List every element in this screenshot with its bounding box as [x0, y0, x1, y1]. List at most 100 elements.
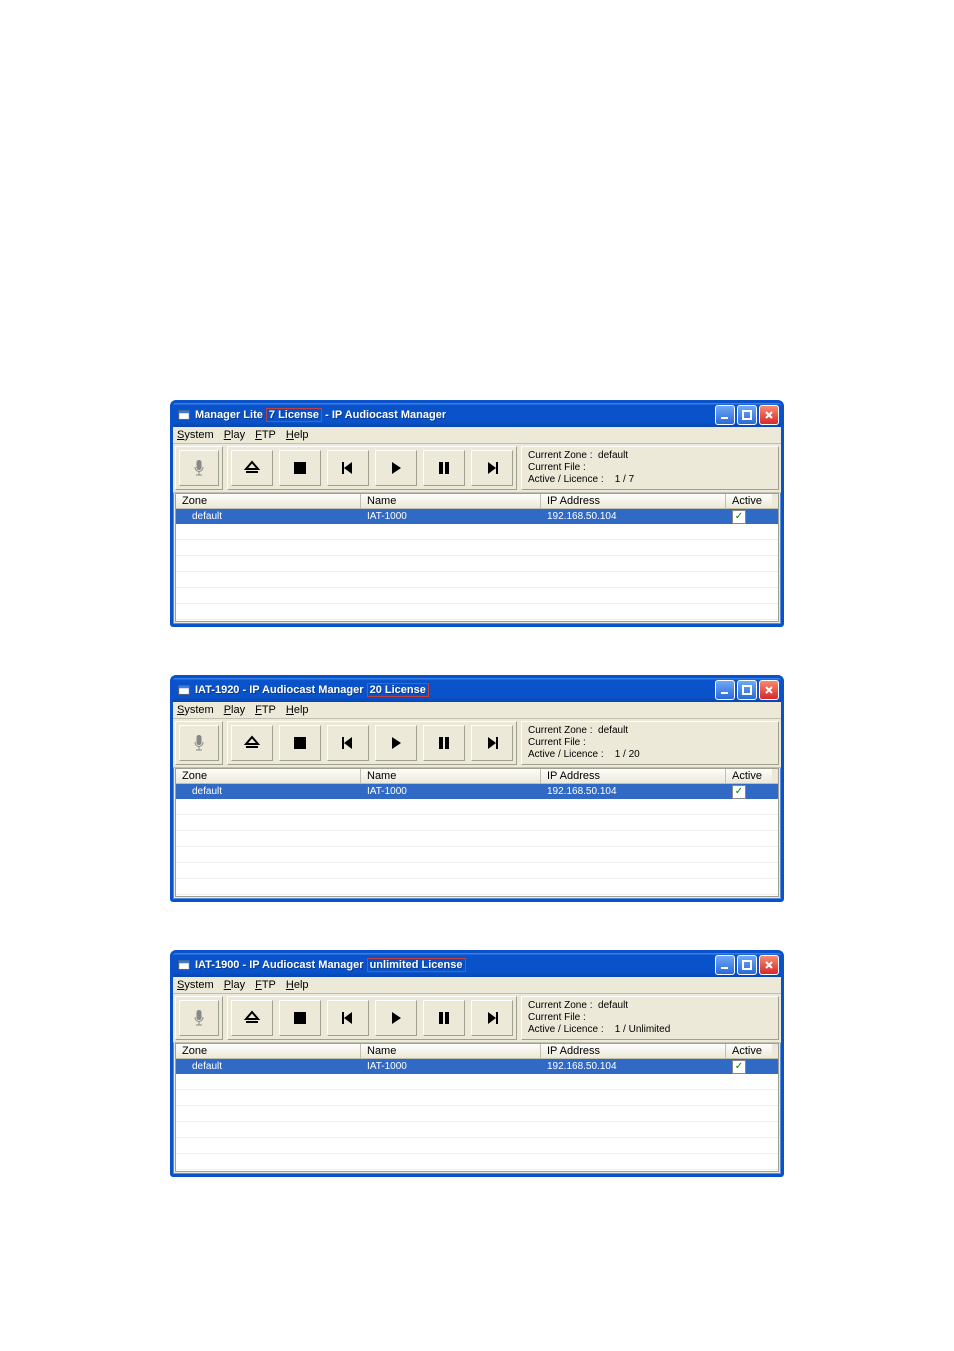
table-row[interactable]	[176, 831, 778, 847]
table-row[interactable]	[176, 540, 778, 556]
col-name[interactable]: Name	[361, 769, 541, 783]
play-button[interactable]	[375, 450, 417, 486]
active-licence-value: 1 / 20	[615, 749, 640, 760]
active-licence-value: 1 / 7	[615, 474, 634, 485]
menu-help[interactable]: Help	[286, 429, 309, 441]
minimize-button[interactable]	[715, 955, 735, 975]
titlebar[interactable]: IAT-1900 - IP Audiocast Manager unlimite…	[173, 953, 781, 977]
pause-button[interactable]	[423, 450, 465, 486]
active-checkbox[interactable]: ✓	[732, 510, 746, 524]
cell-zone: default	[176, 1061, 361, 1072]
microphone-icon	[189, 733, 209, 753]
table-row[interactable]	[176, 879, 778, 895]
maximize-button[interactable]	[737, 680, 757, 700]
toolbar: Current Zone : default Current File : Ac…	[173, 719, 781, 768]
table-row[interactable]	[176, 588, 778, 604]
titlebar[interactable]: Manager Lite 7 License - IP Audiocast Ma…	[173, 403, 781, 427]
col-ip[interactable]: IP Address	[541, 1044, 726, 1058]
active-checkbox[interactable]: ✓	[732, 1060, 746, 1074]
table-row[interactable]	[176, 1154, 778, 1170]
stop-button[interactable]	[279, 725, 321, 761]
minimize-button[interactable]	[715, 405, 735, 425]
menu-play[interactable]: Play	[224, 429, 245, 441]
menu-play[interactable]: Play	[224, 979, 245, 991]
table-row[interactable]	[176, 847, 778, 863]
col-ip[interactable]: IP Address	[541, 494, 726, 508]
next-button[interactable]	[471, 1000, 513, 1036]
table-row[interactable]	[176, 1106, 778, 1122]
table-row[interactable]	[176, 1138, 778, 1154]
close-button[interactable]	[759, 680, 779, 700]
table-row[interactable]: default IAT-1000 192.168.50.104 ✓	[176, 509, 778, 524]
table-header: Zone Name IP Address Active	[176, 494, 778, 509]
next-button[interactable]	[471, 725, 513, 761]
play-button[interactable]	[375, 725, 417, 761]
table-row[interactable]	[176, 799, 778, 815]
mic-button[interactable]	[179, 450, 219, 486]
col-active[interactable]: Active	[726, 769, 772, 783]
app-icon	[177, 683, 191, 697]
mic-button[interactable]	[179, 725, 219, 761]
close-button[interactable]	[759, 955, 779, 975]
menu-help[interactable]: Help	[286, 979, 309, 991]
table-row[interactable]: default IAT-1000 192.168.50.104 ✓	[176, 1059, 778, 1074]
titlebar[interactable]: IAT-1920 - IP Audiocast Manager 20 Licen…	[173, 678, 781, 702]
table-row[interactable]	[176, 815, 778, 831]
menu-help[interactable]: Help	[286, 704, 309, 716]
device-table: Zone Name IP Address Active default IAT-…	[175, 1043, 779, 1172]
menu-ftp[interactable]: FTP	[255, 704, 276, 716]
pause-icon	[434, 458, 454, 478]
play-button[interactable]	[375, 1000, 417, 1036]
col-zone[interactable]: Zone	[176, 494, 361, 508]
cell-active: ✓	[726, 1060, 772, 1074]
table-row[interactable]	[176, 604, 778, 620]
menu-system[interactable]: System	[177, 429, 214, 441]
cell-ip: 192.168.50.104	[541, 786, 726, 797]
title-pre: IAT-1900 - IP Audiocast Manager	[195, 959, 367, 971]
menu-system[interactable]: System	[177, 704, 214, 716]
col-zone[interactable]: Zone	[176, 769, 361, 783]
play-icon	[386, 458, 406, 478]
table-row[interactable]	[176, 1090, 778, 1106]
col-name[interactable]: Name	[361, 494, 541, 508]
stop-button[interactable]	[279, 1000, 321, 1036]
previous-button[interactable]	[327, 1000, 369, 1036]
table-row[interactable]: default IAT-1000 192.168.50.104 ✓	[176, 784, 778, 799]
col-zone[interactable]: Zone	[176, 1044, 361, 1058]
microphone-icon	[189, 458, 209, 478]
cell-name: IAT-1000	[361, 1061, 541, 1072]
eject-button[interactable]	[231, 1000, 273, 1036]
stop-button[interactable]	[279, 450, 321, 486]
table-row[interactable]	[176, 524, 778, 540]
previous-button[interactable]	[327, 725, 369, 761]
menu-ftp[interactable]: FTP	[255, 429, 276, 441]
close-button[interactable]	[759, 405, 779, 425]
menu-play[interactable]: Play	[224, 704, 245, 716]
maximize-button[interactable]	[737, 405, 757, 425]
table-row[interactable]	[176, 1074, 778, 1090]
eject-button[interactable]	[231, 725, 273, 761]
next-button[interactable]	[471, 450, 513, 486]
table-row[interactable]	[176, 572, 778, 588]
cell-active: ✓	[726, 510, 772, 524]
mic-button[interactable]	[179, 1000, 219, 1036]
eject-button[interactable]	[231, 450, 273, 486]
col-active[interactable]: Active	[726, 494, 772, 508]
pause-button[interactable]	[423, 725, 465, 761]
maximize-button[interactable]	[737, 955, 757, 975]
table-row[interactable]	[176, 863, 778, 879]
pause-button[interactable]	[423, 1000, 465, 1036]
table-row[interactable]	[176, 1122, 778, 1138]
col-active[interactable]: Active	[726, 1044, 772, 1058]
cell-name: IAT-1000	[361, 511, 541, 522]
minimize-button[interactable]	[715, 680, 735, 700]
col-ip[interactable]: IP Address	[541, 769, 726, 783]
table-row[interactable]	[176, 556, 778, 572]
active-checkbox[interactable]: ✓	[732, 785, 746, 799]
title-pre: Manager Lite	[195, 409, 266, 421]
title-license-box: 20 License	[367, 683, 429, 697]
previous-button[interactable]	[327, 450, 369, 486]
col-name[interactable]: Name	[361, 1044, 541, 1058]
menu-system[interactable]: System	[177, 979, 214, 991]
menu-ftp[interactable]: FTP	[255, 979, 276, 991]
